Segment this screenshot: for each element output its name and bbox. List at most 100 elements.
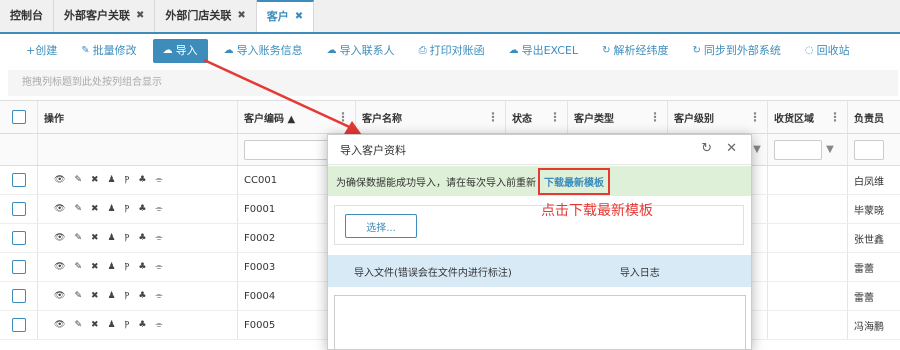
flag-icon[interactable]: Ⲣ: [125, 233, 130, 243]
import-contact-button[interactable]: ☁ 导入联系人: [319, 39, 403, 63]
delete-icon[interactable]: ✖: [91, 291, 99, 301]
column-menu-icon[interactable]: ⋮: [549, 110, 561, 124]
col-header-owner[interactable]: 负责员: [848, 101, 900, 133]
edit-icon[interactable]: ✎: [74, 175, 82, 185]
row-checkbox[interactable]: [11, 202, 26, 216]
select-all-checkbox[interactable]: [11, 110, 26, 124]
col-header-code[interactable]: 客户编码 ▲ ⋮: [238, 101, 356, 133]
view-icon[interactable]: 👁: [54, 204, 65, 214]
col-header-type[interactable]: 客户类型 ⋮: [568, 101, 668, 133]
attach-icon[interactable]: ⌯: [155, 262, 162, 272]
close-icon[interactable]: ✖: [295, 1, 303, 33]
filter-icon[interactable]: ▼: [822, 140, 838, 160]
user-icon[interactable]: ♟: [108, 204, 116, 214]
close-icon[interactable]: ✖: [237, 0, 245, 32]
org-icon[interactable]: ♣: [138, 175, 146, 185]
row-checkbox[interactable]: [11, 260, 26, 274]
column-menu-icon[interactable]: ⋮: [487, 110, 499, 124]
download-template-link[interactable]: 下载最新模板: [538, 167, 610, 195]
col-header-label: 客户编码 ▲: [244, 113, 296, 125]
customer-code: F0002: [244, 232, 276, 244]
column-menu-icon[interactable]: ⋮: [829, 110, 841, 124]
flag-icon[interactable]: Ⲣ: [125, 291, 130, 301]
edit-icon[interactable]: ✎: [74, 233, 82, 243]
edit-icon[interactable]: ✎: [74, 291, 82, 301]
column-menu-icon[interactable]: ⋮: [337, 110, 349, 124]
attach-icon[interactable]: ⌯: [155, 233, 162, 243]
row-checkbox[interactable]: [11, 289, 26, 303]
org-icon[interactable]: ♣: [138, 262, 146, 272]
delete-icon[interactable]: ✖: [91, 175, 99, 185]
filter-input-area[interactable]: [774, 139, 822, 160]
tab-console[interactable]: 控制台: [0, 0, 54, 32]
create-button[interactable]: +创建: [18, 39, 65, 63]
attach-icon[interactable]: ⌯: [155, 204, 162, 214]
import-account-button[interactable]: ☁ 导入账务信息: [216, 39, 311, 63]
export-excel-button[interactable]: ☁ 导出EXCEL: [501, 39, 586, 63]
col-header-ops[interactable]: 操作: [38, 101, 238, 133]
col-header-name[interactable]: 客户名称 ⋮: [356, 101, 506, 133]
column-menu-icon[interactable]: ⋮: [749, 110, 761, 124]
tab-external-store[interactable]: 外部门店关联 ✖: [155, 0, 257, 32]
print-statement-button[interactable]: ⎙ 打印对账函: [411, 39, 493, 63]
view-icon[interactable]: 👁: [54, 320, 65, 330]
view-icon[interactable]: 👁: [54, 233, 65, 243]
view-icon[interactable]: 👁: [54, 262, 65, 272]
attach-icon[interactable]: ⌯: [155, 175, 162, 185]
user-icon[interactable]: ♟: [108, 233, 116, 243]
row-checkbox[interactable]: [11, 318, 26, 332]
flag-icon[interactable]: Ⲣ: [125, 175, 130, 185]
org-icon[interactable]: ♣: [138, 291, 146, 301]
parse-coords-button[interactable]: ↻ 解析经纬度: [594, 39, 676, 63]
flag-icon[interactable]: Ⲣ: [125, 204, 130, 214]
tab-bar: 控制台 外部客户关联 ✖ 外部门店关联 ✖ 客户 ✖: [0, 0, 900, 34]
tab-import-log[interactable]: 导入日志: [620, 264, 660, 279]
sync-external-label: 同步到外部系统: [703, 44, 781, 57]
recycle-icon: ◌: [804, 45, 814, 56]
import-button[interactable]: ☁ 导入: [152, 39, 208, 63]
user-icon[interactable]: ♟: [108, 320, 116, 330]
tab-external-customer[interactable]: 外部客户关联 ✖: [54, 0, 156, 32]
select-file-button[interactable]: 选择...: [345, 214, 417, 238]
refresh-icon[interactable]: ↻: [701, 141, 712, 156]
area-cell: [768, 224, 848, 252]
group-by-drop-zone[interactable]: 拖拽列标题到此处按列组合显示: [8, 70, 898, 96]
edit-icon[interactable]: ✎: [74, 204, 82, 214]
flag-icon[interactable]: Ⲣ: [125, 320, 130, 330]
sync-external-button[interactable]: ↻ 同步到外部系统: [684, 39, 788, 63]
filter-input-owner[interactable]: [854, 139, 884, 160]
delete-icon[interactable]: ✖: [91, 320, 99, 330]
delete-icon[interactable]: ✖: [91, 233, 99, 243]
view-icon[interactable]: 👁: [54, 291, 65, 301]
org-icon[interactable]: ♣: [138, 320, 146, 330]
delete-icon[interactable]: ✖: [91, 204, 99, 214]
org-icon[interactable]: ♣: [138, 204, 146, 214]
recycle-bin-button[interactable]: ◌ 回收站: [797, 39, 858, 63]
column-menu-icon[interactable]: ⋮: [649, 110, 661, 124]
attach-icon[interactable]: ⌯: [155, 291, 162, 301]
row-checkbox[interactable]: [11, 173, 26, 187]
row-checkbox[interactable]: [11, 231, 26, 245]
view-icon[interactable]: 👁: [54, 175, 65, 185]
user-icon[interactable]: ♟: [108, 291, 116, 301]
col-header-level[interactable]: 客户级别 ⋮: [668, 101, 768, 133]
edit-icon[interactable]: ✎: [74, 262, 82, 272]
owner-name: 雷蕾: [854, 263, 874, 275]
user-icon[interactable]: ♟: [108, 262, 116, 272]
parse-coords-label: 解析经纬度: [613, 44, 669, 57]
col-header-status[interactable]: 状态 ⋮: [506, 101, 568, 133]
user-icon[interactable]: ♟: [108, 175, 116, 185]
org-icon[interactable]: ♣: [138, 233, 146, 243]
attach-icon[interactable]: ⌯: [155, 320, 162, 330]
close-icon[interactable]: ✕: [726, 141, 737, 156]
tab-customer[interactable]: 客户 ✖: [256, 0, 315, 33]
tab-import-file[interactable]: 导入文件(错误会在文件内进行标注): [354, 264, 512, 279]
col-header-label: 负责员: [854, 113, 884, 125]
batch-edit-button[interactable]: ✎ 批量修改: [73, 39, 144, 63]
delete-icon[interactable]: ✖: [91, 262, 99, 272]
print-icon: ⎙: [418, 45, 427, 56]
col-header-area[interactable]: 收货区域 ⋮: [768, 101, 848, 133]
flag-icon[interactable]: Ⲣ: [125, 262, 130, 272]
close-icon[interactable]: ✖: [136, 0, 144, 32]
edit-icon[interactable]: ✎: [74, 320, 82, 330]
